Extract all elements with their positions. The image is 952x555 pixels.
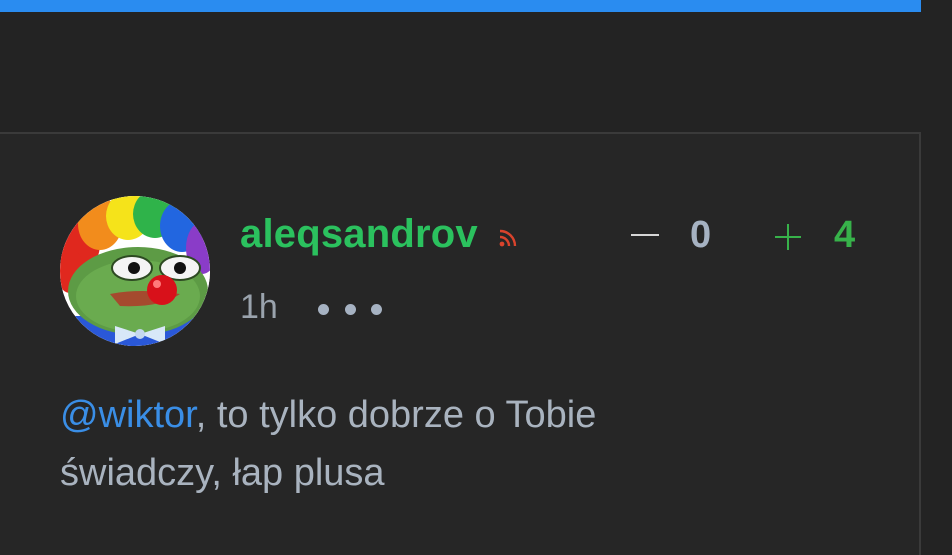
avatar[interactable] <box>60 196 210 346</box>
dot <box>344 303 356 315</box>
more-dots-icon[interactable] <box>318 296 382 322</box>
page: aleqsandrov 0 4 1h @wiktor, to tylko dob… <box>0 0 952 555</box>
minus-icon <box>631 234 659 236</box>
comment-timestamp: 1h <box>240 288 278 326</box>
clown-pepe-avatar-image <box>60 196 210 346</box>
comment-text-line2: świadczy, łap plusa <box>60 452 385 494</box>
dot <box>371 303 382 315</box>
comment-body: @wiktor, to tylko dobrze o Tobie świadczy… <box>60 386 880 502</box>
vote-down-count: 0 <box>690 214 712 256</box>
author-username[interactable]: aleqsandrov <box>240 212 478 257</box>
rss-icon[interactable] <box>497 227 519 249</box>
comment-text-line1: , to tylko dobrze o Tobie <box>195 394 597 436</box>
user-mention-link[interactable]: @wiktor <box>60 394 196 436</box>
plus-icon[interactable] <box>772 221 804 253</box>
vote-down-button[interactable] <box>629 217 661 253</box>
accent-bar <box>0 0 921 12</box>
dot <box>318 303 329 315</box>
comment-card: aleqsandrov 0 4 1h @wiktor, to tylko dob… <box>0 132 921 555</box>
vote-up-count: 4 <box>834 214 856 256</box>
